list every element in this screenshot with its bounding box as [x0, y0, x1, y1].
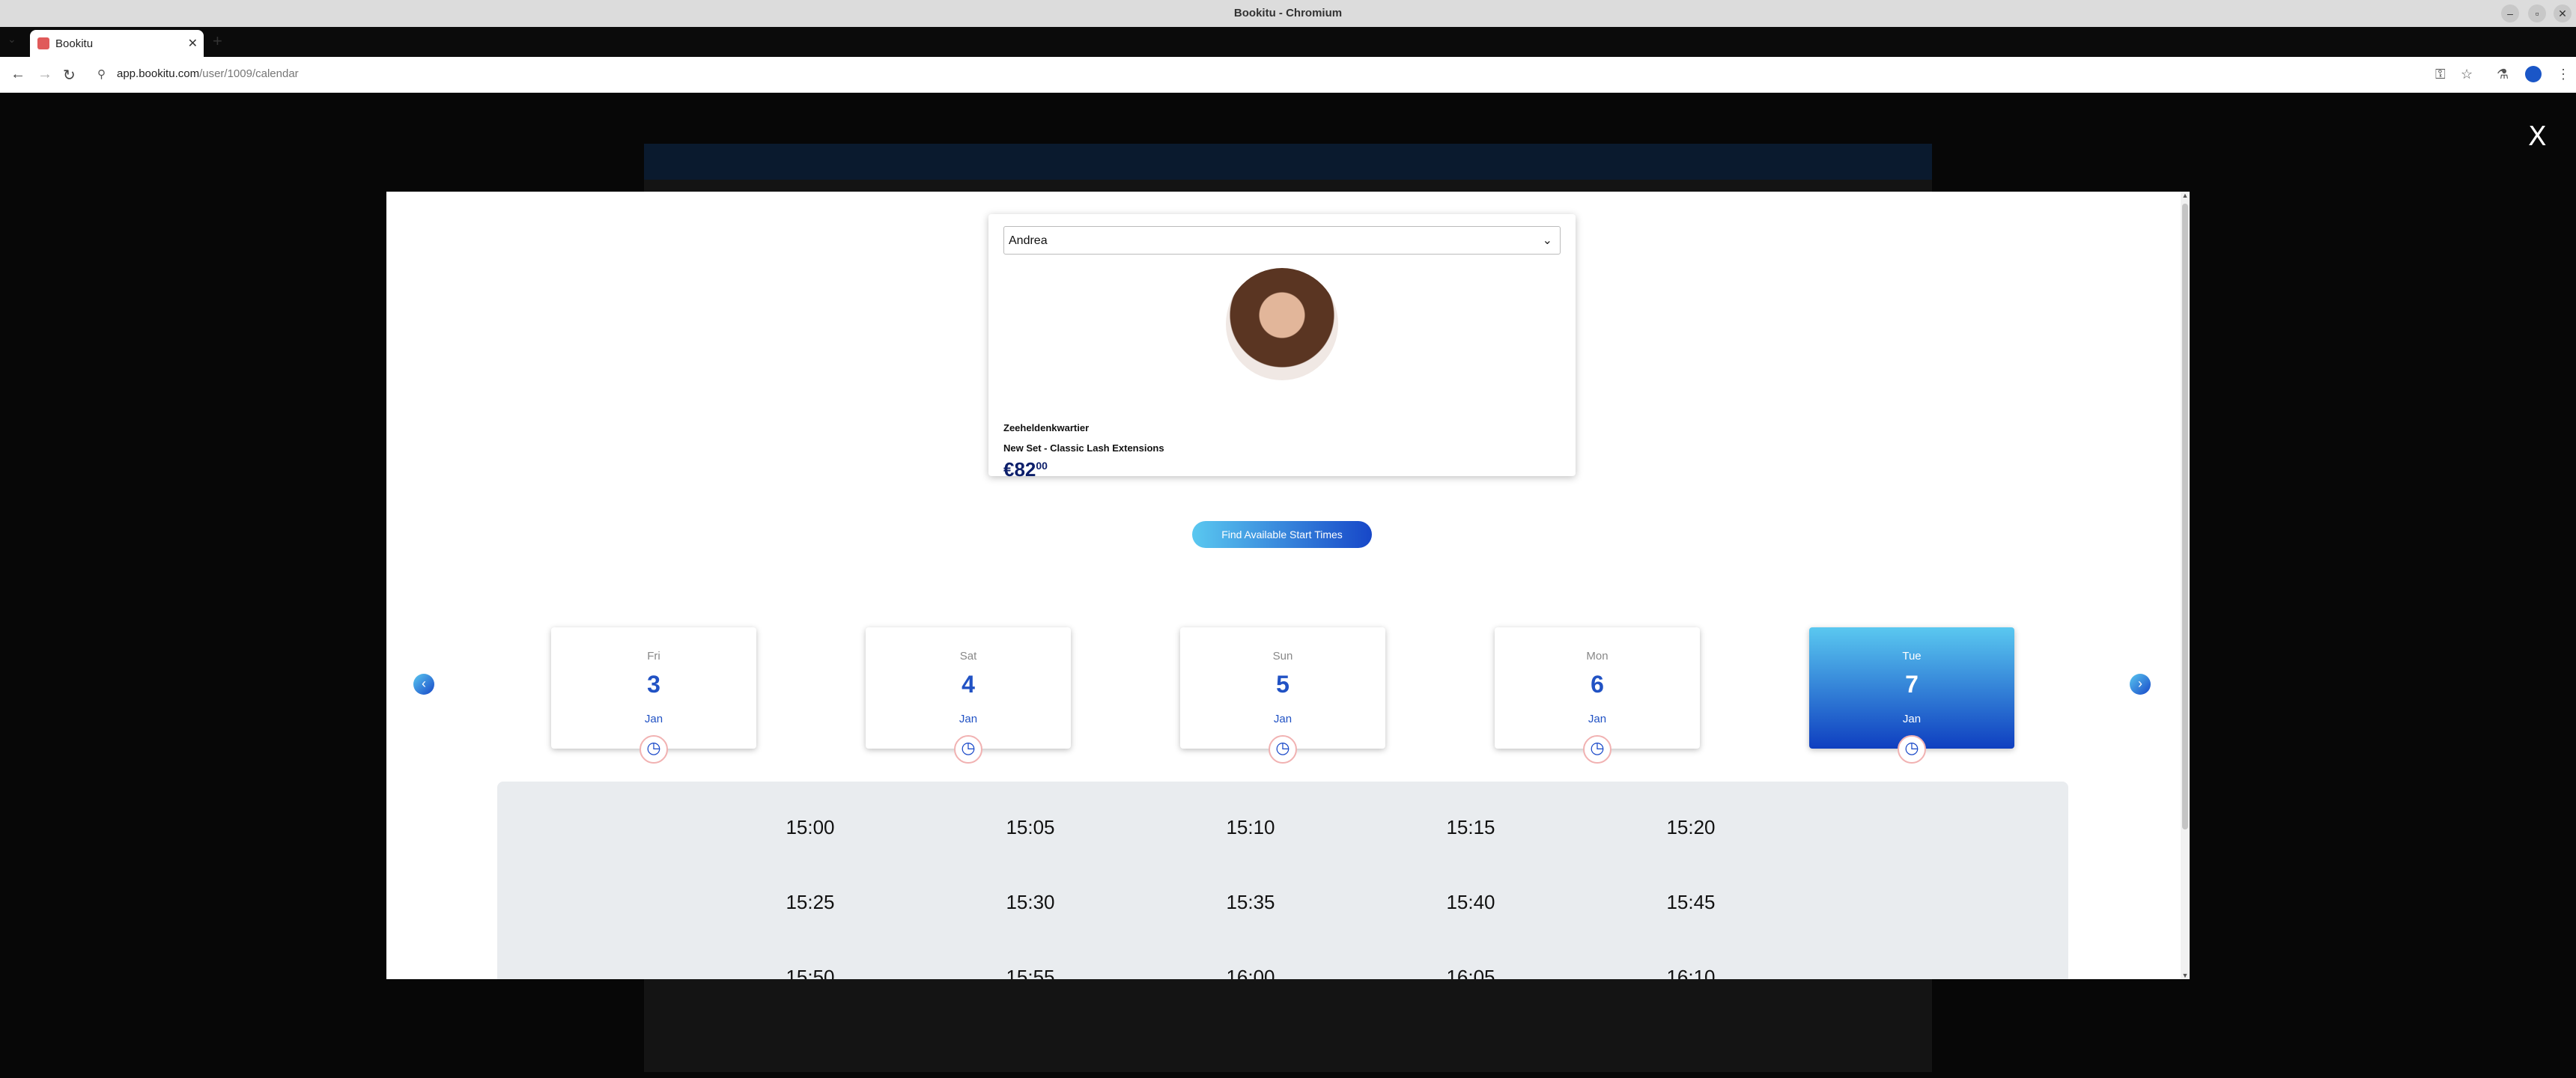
maximize-icon[interactable]: ▫: [2528, 4, 2546, 22]
day-number: 5: [1276, 671, 1289, 698]
tab-search-chevron-icon[interactable]: ⌄: [7, 33, 16, 46]
service-price: €8200: [1003, 458, 1048, 481]
url-host: app.bookitu.com: [117, 67, 200, 80]
staff-select-value: Andrea: [1009, 234, 1048, 247]
site-info-icon[interactable]: ⚲: [97, 67, 106, 81]
scroll-up-icon[interactable]: ▲: [2181, 192, 2190, 199]
forward-icon[interactable]: →: [37, 66, 52, 83]
reload-icon[interactable]: ↻: [63, 66, 76, 85]
day-card-fri-3[interactable]: Fri 3 Jan ◷: [551, 627, 756, 764]
url-path: /user/1009/calendar: [199, 67, 299, 80]
day-of-week: Fri: [647, 650, 660, 663]
minimize-icon[interactable]: –: [2501, 4, 2519, 22]
close-window-icon[interactable]: ✕: [2554, 4, 2572, 22]
day-number: 6: [1591, 671, 1604, 698]
time-slot[interactable]: 15:35: [1191, 891, 1310, 914]
window-titlebar: Bookitu - Chromium – ▫ ✕: [0, 0, 2576, 27]
key-icon[interactable]: ⚿: [2435, 67, 2446, 82]
time-slot[interactable]: 15:40: [1411, 891, 1531, 914]
time-slot[interactable]: 16:05: [1411, 966, 1531, 979]
service-name: New Set - Classic Lash Extensions: [1003, 442, 1164, 454]
find-start-times-button[interactable]: Find Available Start Times: [1192, 521, 1372, 548]
new-tab-icon[interactable]: +: [213, 31, 222, 51]
background-panel-header: [644, 144, 1932, 180]
time-slot[interactable]: 15:30: [970, 891, 1090, 914]
location-name: Zeeheldenkwartier: [1003, 422, 1090, 433]
time-slot[interactable]: 15:20: [1631, 816, 1751, 839]
overlay-close-button[interactable]: X: [2528, 121, 2547, 152]
clock-icon: ◷: [1898, 735, 1926, 764]
day-card-tue-7-selected[interactable]: Tue 7 Jan ◷: [1809, 627, 2014, 764]
day-number: 7: [1905, 671, 1919, 698]
next-days-chevron-icon[interactable]: ›: [2130, 674, 2151, 695]
clock-icon: ◷: [640, 735, 668, 764]
labs-flask-icon[interactable]: ⚗: [2497, 67, 2509, 82]
day-card-sun-5[interactable]: Sun 5 Jan ◷: [1180, 627, 1385, 764]
previous-days-chevron-icon[interactable]: ‹: [413, 674, 434, 695]
staff-select[interactable]: Andrea ⌄: [1003, 226, 1561, 255]
day-card-sat-4[interactable]: Sat 4 Jan ◷: [866, 627, 1071, 764]
staff-photo: [1226, 268, 1338, 380]
day-number: 4: [962, 671, 975, 698]
day-month: Jan: [1902, 713, 1922, 725]
browser-tab[interactable]: Bookitu ✕: [30, 30, 204, 57]
profile-avatar-icon[interactable]: [2525, 66, 2542, 82]
time-slot[interactable]: 15:25: [750, 891, 870, 914]
time-slot[interactable]: 16:10: [1631, 966, 1751, 979]
day-month: Jan: [1588, 713, 1607, 725]
price-cents: 00: [1036, 460, 1048, 472]
day-of-week: Sun: [1272, 650, 1293, 663]
time-slot[interactable]: 15:05: [970, 816, 1090, 839]
scrollbar-thumb[interactable]: [2182, 204, 2188, 829]
time-slot[interactable]: 15:45: [1631, 891, 1751, 914]
window-title: Bookitu - Chromium: [1233, 7, 1343, 19]
tab-close-icon[interactable]: ✕: [188, 36, 198, 51]
day-of-week: Sat: [959, 650, 977, 663]
time-slot[interactable]: 15:50: [750, 966, 870, 979]
day-of-week: Mon: [1586, 650, 1609, 663]
chevron-down-icon: ⌄: [1542, 234, 1552, 247]
price-main: €82: [1003, 458, 1036, 481]
scroll-down-icon[interactable]: ▼: [2181, 972, 2190, 979]
day-number: 3: [647, 671, 660, 698]
menu-kebab-icon[interactable]: ⋮: [2557, 67, 2570, 82]
modal-scrollbar[interactable]: ▲ ▼: [2181, 192, 2190, 979]
browser-toolbar: ← → ↻ ⚲ app.bookitu.com/user/1009/calend…: [0, 57, 2576, 93]
day-card-mon-6[interactable]: Mon 6 Jan ◷: [1495, 627, 1700, 764]
time-slot[interactable]: 15:00: [750, 816, 870, 839]
day-of-week: Tue: [1902, 650, 1922, 663]
clock-icon: ◷: [1269, 735, 1297, 764]
clock-icon: ◷: [1583, 735, 1611, 764]
day-month: Jan: [644, 713, 663, 725]
day-month: Jan: [1273, 713, 1292, 725]
favicon-icon: [37, 37, 49, 49]
bookmark-star-icon[interactable]: ☆: [2461, 67, 2473, 82]
tab-title: Bookitu: [55, 37, 94, 50]
day-month: Jan: [959, 713, 978, 725]
back-icon[interactable]: ←: [10, 66, 25, 83]
time-slot[interactable]: 15:55: [970, 966, 1090, 979]
time-slot[interactable]: 15:10: [1191, 816, 1310, 839]
clock-icon: ◷: [954, 735, 982, 764]
address-bar[interactable]: app.bookitu.com/user/1009/calendar: [117, 67, 299, 80]
time-slot-grid: 15:00 15:05 15:10 15:15 15:20 15:25 15:3…: [497, 782, 2068, 979]
time-slot[interactable]: 15:15: [1411, 816, 1531, 839]
staff-card: Andrea ⌄ Zeeheldenkwartier New Set - Cla…: [988, 214, 1576, 481]
booking-modal: Andrea ⌄ Zeeheldenkwartier New Set - Cla…: [386, 192, 2190, 979]
time-slot[interactable]: 16:00: [1191, 966, 1310, 979]
